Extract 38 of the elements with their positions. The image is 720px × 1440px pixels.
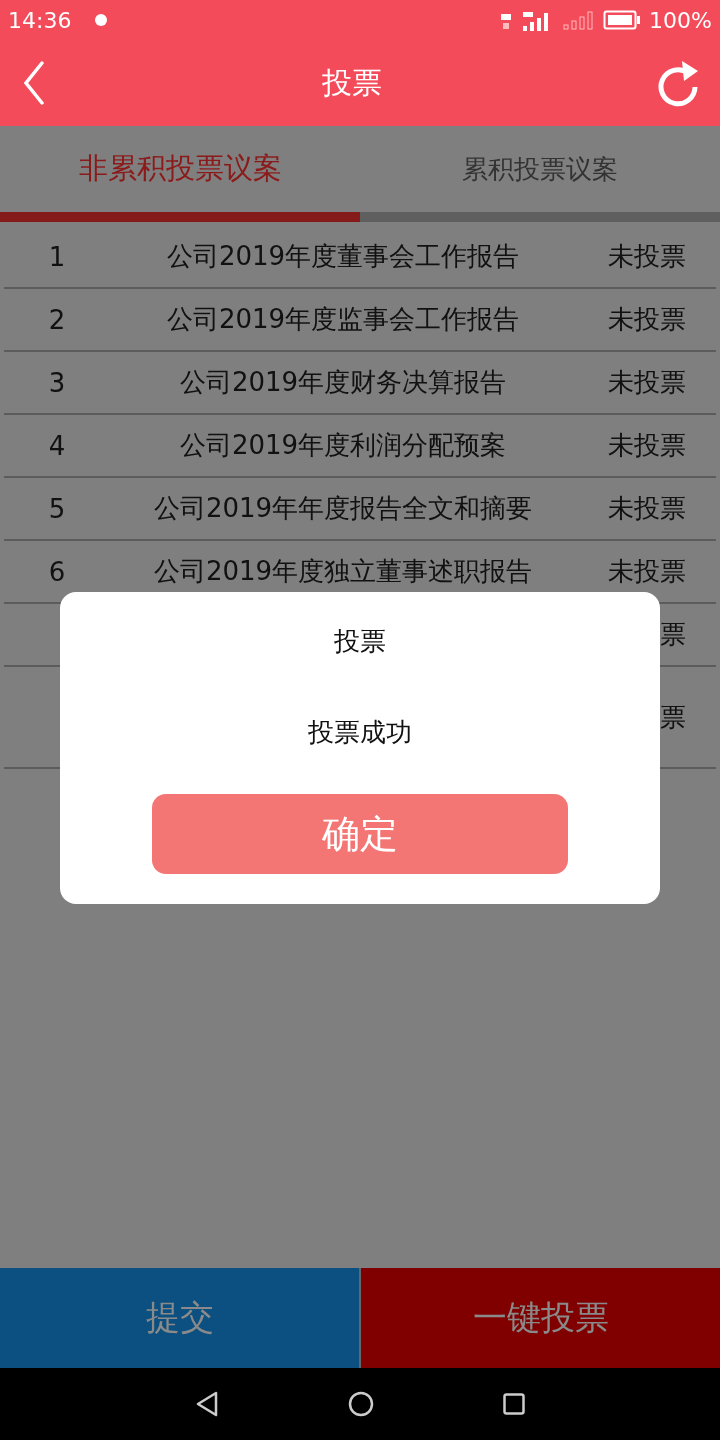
action-button[interactable]: 提交 [0,1268,361,1368]
row-number: 2 [48,304,66,335]
dialog-title: 投票 [334,625,386,658]
refresh-button[interactable] [658,59,700,107]
weak-signal-icon [563,10,596,30]
row-number: 4 [48,430,66,461]
row-number: 5 [48,493,66,524]
battery-icon [603,10,642,30]
action-button[interactable]: 一键投票 [361,1268,720,1368]
motion-title: 公司2019年度董事会工作报告 [166,240,520,273]
vote-status: 票 [660,618,686,651]
vote-status: 未投票 [608,555,686,588]
motion-title: 公司2019年度监事会工作报告 [166,303,520,336]
motion-title: 公司2019年年度报告全文和摘要 [153,492,533,525]
motion-title: 公司2019年度财务决算报告 [179,366,507,399]
vote-status: 未投票 [608,492,686,525]
recents-nav-icon[interactable] [503,1393,526,1415]
home-nav-icon[interactable] [348,1391,374,1417]
motion-title: 公司2019年度利润分配预案 [179,429,507,462]
vote-status: 未投票 [608,240,686,273]
refresh-icon [658,59,700,107]
row-number: 3 [48,367,66,398]
vote-status: 未投票 [608,303,686,336]
motion-title: 公司2019年度独立董事述职报告 [153,555,533,588]
vote-status: 未投票 [608,429,686,462]
back-button[interactable] [22,61,46,105]
back-icon [22,61,46,105]
page-title: 投票 [322,63,382,102]
confirm-button[interactable]: 确定 [152,794,568,874]
vote-status: 票 [660,700,686,734]
back-nav-icon[interactable] [194,1391,219,1417]
clock-time: 14:36 [8,7,72,33]
vote-status: 未投票 [608,366,686,399]
notification-dot-icon [95,14,108,26]
dialog-message: 投票成功 [308,716,412,749]
battery-level: 100% [649,7,712,33]
row-number: 6 [48,556,66,587]
row-number: 1 [48,241,66,272]
